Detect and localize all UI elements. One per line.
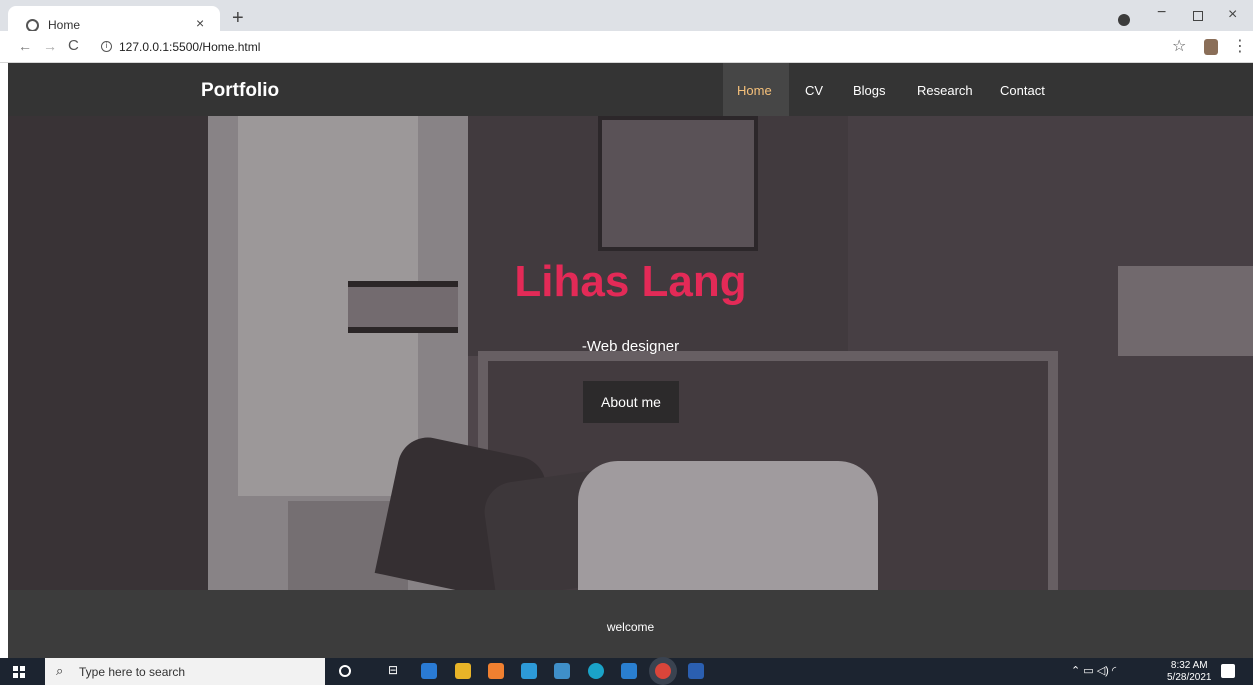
mail-icon[interactable] [521, 663, 537, 679]
word-icon[interactable] [688, 663, 704, 679]
task-view-icon[interactable]: ⊟ [388, 663, 398, 677]
xampp-icon[interactable] [488, 663, 504, 679]
tab-title: Home [48, 18, 81, 32]
hero-subtitle: -Web designer [581, 338, 680, 355]
window-close-icon[interactable]: × [1228, 6, 1237, 24]
extension-icon[interactable] [1204, 39, 1218, 55]
back-icon[interactable]: ← [18, 38, 32, 54]
about-me-button[interactable]: About me [583, 381, 679, 423]
nav-link-home[interactable]: Home [737, 83, 772, 98]
app-icon[interactable] [554, 663, 570, 679]
taskbar-search-input[interactable]: ⌕ Type here to search [45, 658, 325, 685]
bookmark-star-icon[interactable]: ☆ [1172, 36, 1186, 56]
browser-menu-icon[interactable]: ⋮ [1232, 36, 1248, 56]
system-tray-icons[interactable]: ⌃ ▭ ◁) ◜ [1071, 664, 1116, 677]
new-tab-icon[interactable]: + [232, 7, 244, 30]
clock-time: 8:32 AM [1170, 660, 1208, 671]
reload-icon[interactable]: C [68, 37, 79, 54]
windows-taskbar: ⌕ Type here to search ⊟ ⌃ ▭ ◁) ◜ 8:32 AM… [0, 658, 1253, 685]
nav-link-blogs[interactable]: Blogs [853, 83, 886, 98]
search-icon: ⌕ [56, 663, 64, 678]
site-brand[interactable]: Portfolio [201, 80, 279, 102]
chrome-icon[interactable] [655, 663, 671, 679]
site-navbar: Portfolio Home CV Blogs Research Contact [8, 63, 1253, 116]
info-icon[interactable]: i [101, 41, 112, 52]
url-input[interactable]: 127.0.0.1:5500/Home.html [119, 40, 260, 54]
windows-start-icon[interactable] [13, 666, 25, 678]
maximize-icon[interactable] [1193, 11, 1203, 21]
nav-link-contact[interactable]: Contact [1000, 83, 1045, 98]
notification-icon[interactable] [1221, 664, 1235, 678]
tab-close-icon[interactable]: × [196, 15, 204, 31]
footer-text: welcome [606, 620, 655, 634]
clock-date: 5/28/2021 [1167, 672, 1212, 683]
file-explorer-icon[interactable] [455, 663, 471, 679]
edge-icon[interactable] [588, 663, 604, 679]
minimize-icon[interactable]: − [1157, 4, 1166, 22]
hero-section: Lihas Lang -Web designer About me [8, 116, 1253, 590]
nav-link-research[interactable]: Research [917, 83, 973, 98]
site-footer: welcome [8, 590, 1253, 658]
address-bar: ← → C i 127.0.0.1:5500/Home.html ☆ ⋮ [0, 31, 1253, 63]
forward-icon[interactable]: → [43, 38, 57, 54]
nav-link-cv[interactable]: CV [805, 83, 823, 98]
taskbar-clock[interactable]: 8:32 AM 5/28/2021 [1167, 660, 1212, 684]
profile-icon[interactable] [1118, 14, 1130, 26]
cortana-icon[interactable] [339, 665, 351, 677]
hero-name-heading: Lihas Lang [514, 257, 747, 306]
store-icon[interactable] [421, 663, 437, 679]
web-page: Portfolio Home CV Blogs Research Contact… [8, 63, 1253, 658]
vscode-icon[interactable] [621, 663, 637, 679]
search-placeholder: Type here to search [79, 665, 186, 679]
